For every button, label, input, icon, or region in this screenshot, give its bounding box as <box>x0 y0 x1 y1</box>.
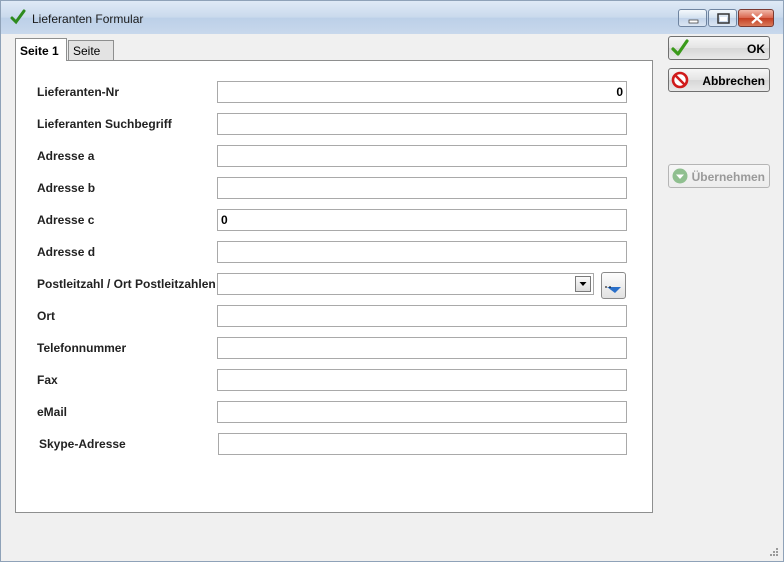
cancel-label: Abbrechen <box>702 74 765 88</box>
adresse-d-input[interactable] <box>217 241 627 263</box>
checkmark-icon <box>10 9 26 25</box>
label-lieferanten-nr: Lieferanten-Nr <box>37 85 120 99</box>
apply-label: Übernehmen <box>691 170 765 184</box>
label-postleitzahl: Postleitzahl / Ort Postleitzahlen <box>37 277 216 291</box>
prohibited-icon <box>671 71 689 89</box>
adresse-b-input[interactable] <box>217 177 627 199</box>
lieferanten-nr-input[interactable] <box>217 81 627 103</box>
label-adresse-d: Adresse d <box>37 245 96 259</box>
label-adresse-b: Adresse b <box>37 181 96 195</box>
suchbegriff-input[interactable] <box>217 113 627 135</box>
main-window: Lieferanten Formular Seite 1 Seite 2 Lie… <box>0 0 784 562</box>
label-fax: Fax <box>37 373 58 387</box>
tab-seite-2[interactable]: Seite 2 <box>68 40 114 72</box>
label-adresse-a: Adresse a <box>37 149 95 163</box>
adresse-c-input[interactable] <box>217 209 627 231</box>
combo-dropdown-button[interactable] <box>575 276 591 292</box>
minimize-button[interactable] <box>678 9 707 27</box>
lookup-arrow-icon <box>605 286 621 293</box>
ok-label: OK <box>747 42 765 56</box>
email-input[interactable] <box>217 401 627 423</box>
close-icon <box>751 13 763 24</box>
postleitzahl-lookup-button[interactable] <box>601 272 626 299</box>
telefonnummer-input[interactable] <box>217 337 627 359</box>
label-adresse-c: Adresse c <box>37 213 95 227</box>
apply-button[interactable]: Übernehmen <box>668 164 770 188</box>
label-email: eMail <box>37 405 68 419</box>
minimize-icon <box>688 19 699 24</box>
postleitzahl-combo[interactable] <box>217 273 594 295</box>
apply-arrow-icon <box>672 168 688 184</box>
dropdown-arrow-icon <box>579 282 587 286</box>
label-telefonnummer: Telefonnummer <box>37 341 127 355</box>
ort-input[interactable] <box>217 305 627 327</box>
cancel-button[interactable]: Abbrechen <box>668 68 770 92</box>
maximize-button[interactable] <box>708 9 737 27</box>
checkmark-icon <box>671 39 689 56</box>
title-bar[interactable]: Lieferanten Formular <box>1 1 783 34</box>
adresse-a-input[interactable] <box>217 145 627 167</box>
close-button[interactable] <box>738 9 774 27</box>
resize-grip-icon[interactable] <box>769 547 779 557</box>
restore-icon <box>717 13 730 24</box>
label-suchbegriff: Lieferanten Suchbegriff <box>37 117 172 131</box>
fax-input[interactable] <box>217 369 627 391</box>
label-ort: Ort <box>37 309 55 323</box>
skype-input[interactable] <box>218 433 627 455</box>
window-title: Lieferanten Formular <box>32 12 144 26</box>
tab-seite-1[interactable]: Seite 1 <box>15 38 67 61</box>
ok-button[interactable]: OK <box>668 36 770 60</box>
label-skype: Skype-Adresse <box>39 437 126 451</box>
